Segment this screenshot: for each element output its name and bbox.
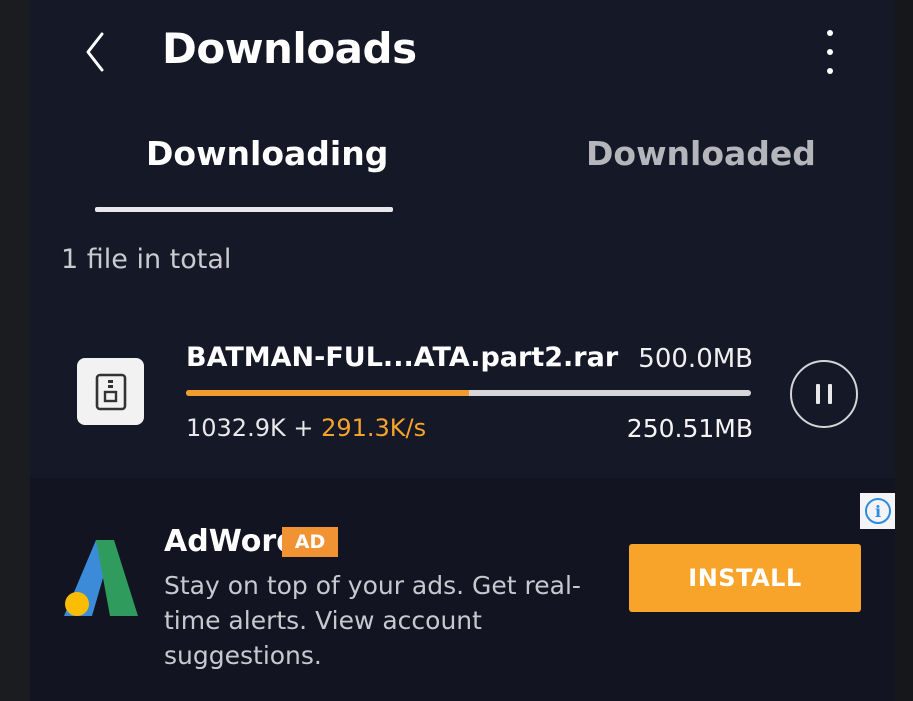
tab-downloading[interactable]: Downloading	[146, 134, 388, 173]
download-list-item[interactable]: BATMAN-FUL...ATA.part2.rar 500.0MB 1032.…	[30, 320, 895, 470]
install-button[interactable]: INSTALL	[629, 544, 861, 612]
file-count-label: 1 file in total	[61, 244, 232, 275]
chevron-left-icon	[86, 32, 104, 72]
more-vertical-icon	[827, 30, 833, 36]
page-title: Downloads	[162, 24, 417, 73]
device-bezel-left	[0, 0, 30, 701]
ad-badge: AD	[282, 527, 338, 557]
device-bezel-right	[895, 0, 913, 701]
more-options-button[interactable]	[815, 30, 845, 74]
pause-button[interactable]	[790, 360, 858, 428]
pause-icon	[828, 384, 832, 404]
tab-downloaded[interactable]: Downloaded	[586, 134, 816, 173]
more-vertical-icon	[827, 68, 833, 74]
ad-description[interactable]: Stay on top of your ads. Get real-time a…	[164, 568, 624, 673]
ad-info-button[interactable]: i	[860, 493, 895, 529]
downloaded-size: 250.51MB	[626, 414, 753, 443]
file-name: BATMAN-FUL...ATA.part2.rar	[186, 342, 619, 373]
zip-archive-icon	[77, 358, 144, 425]
back-button[interactable]	[75, 26, 115, 78]
download-progress-bar	[186, 390, 751, 396]
top-app-bar: Downloads	[30, 0, 895, 110]
file-total-size: 500.0MB	[638, 344, 753, 374]
more-vertical-icon	[827, 49, 833, 55]
active-tab-indicator	[95, 207, 393, 212]
pause-icon	[816, 384, 820, 404]
transfer-rate-text: 291.3K/s	[321, 414, 427, 442]
download-speed: 1032.9K + 291.3K/s	[186, 414, 426, 442]
bytes-received-text: 1032.9K +	[186, 414, 322, 442]
adwords-logo-icon[interactable]	[60, 536, 142, 618]
downloads-screen: Downloads Downloading Downloaded 1 file …	[30, 0, 895, 701]
info-icon: i	[865, 498, 891, 524]
download-progress-fill	[186, 390, 469, 396]
